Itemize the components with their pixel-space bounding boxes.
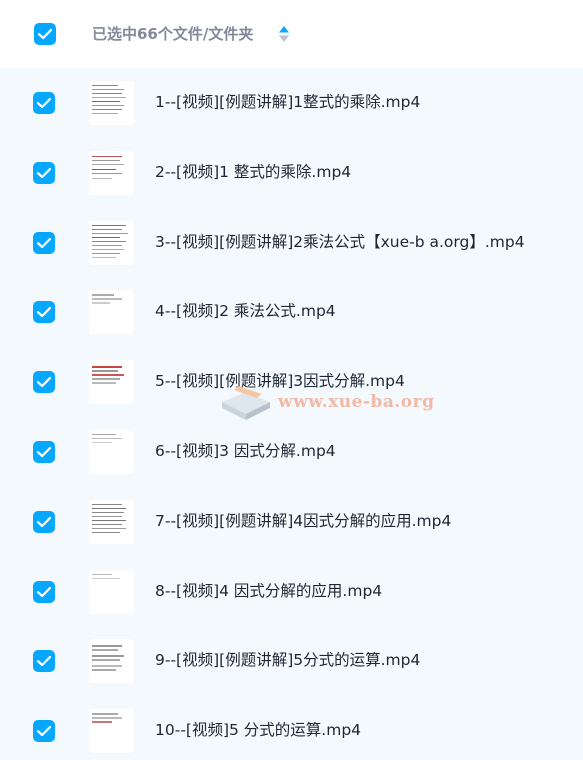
select-all-checkbox[interactable] xyxy=(34,23,56,45)
checkmark-icon xyxy=(36,167,52,178)
checkmark-icon xyxy=(36,97,52,109)
file-checkbox[interactable] xyxy=(33,440,55,463)
file-row[interactable]: 1--[视频][例题讲解]1整式的乘除.mp4 xyxy=(0,68,583,138)
file-checkbox[interactable] xyxy=(33,720,55,743)
selection-header: 已选中66个文件/文件夹 xyxy=(0,0,583,68)
checkmark-icon xyxy=(36,726,52,737)
checkmark-icon xyxy=(36,237,52,248)
file-row[interactable]: 3--[视频][例题讲解]2乘法公式【xue-b a.org】.mp4 xyxy=(0,208,583,278)
video-thumbnail xyxy=(89,81,134,125)
file-name[interactable]: 8--[视频]4 因式分解的应用.mp4 xyxy=(155,580,382,602)
file-checkbox[interactable] xyxy=(33,580,55,603)
file-name[interactable]: 6--[视频]3 因式分解.mp4 xyxy=(155,440,336,462)
file-row[interactable]: 6--[视频]3 因式分解.mp4 xyxy=(0,417,583,487)
file-checkbox[interactable] xyxy=(33,650,55,673)
selected-count-label: 已选中66个文件/文件夹 xyxy=(92,25,254,43)
file-checkbox[interactable] xyxy=(33,371,55,394)
video-thumbnail xyxy=(89,290,134,335)
video-thumbnail xyxy=(89,360,134,405)
file-row[interactable]: 4--[视频]2 乘法公式.mp4 xyxy=(0,277,583,347)
checkmark-icon xyxy=(36,377,52,388)
file-list: 1--[视频][例题讲解]1整式的乘除.mp4 2--[视频]1 整式的乘除.mp… xyxy=(0,68,583,760)
file-row[interactable]: 10--[视频]5 分式的运算.mp4 xyxy=(0,696,583,760)
file-name[interactable]: 10--[视频]5 分式的运算.mp4 xyxy=(155,719,361,741)
file-name[interactable]: 5--[视频][例题讲解]3因式分解.mp4 xyxy=(155,370,405,392)
file-checkbox[interactable] xyxy=(33,301,55,324)
checkmark-icon xyxy=(36,656,52,667)
file-checkbox[interactable] xyxy=(33,510,55,533)
sort-arrows-icon[interactable] xyxy=(278,25,290,43)
video-thumbnail xyxy=(89,429,134,474)
file-name[interactable]: 1--[视频][例题讲解]1整式的乘除.mp4 xyxy=(155,91,420,113)
video-thumbnail xyxy=(89,569,134,614)
file-row[interactable]: 2--[视频]1 整式的乘除.mp4 xyxy=(0,138,583,208)
video-thumbnail xyxy=(89,499,134,544)
file-selection-page: 已选中66个文件/文件夹 1--[视频][例题讲解]1整式的乘除.mp4 2--[… xyxy=(0,0,583,760)
file-name[interactable]: 9--[视频][例题讲解]5分式的运算.mp4 xyxy=(155,649,420,671)
file-row[interactable]: 7--[视频][例题讲解]4因式分解的应用.mp4 xyxy=(0,487,583,557)
file-name[interactable]: 3--[视频][例题讲解]2乘法公式【xue-b a.org】.mp4 xyxy=(155,231,525,253)
file-row[interactable]: 5--[视频][例题讲解]3因式分解.mp4 xyxy=(0,347,583,417)
video-thumbnail xyxy=(89,150,134,195)
file-name[interactable]: 2--[视频]1 整式的乘除.mp4 xyxy=(155,161,351,183)
file-checkbox[interactable] xyxy=(33,231,55,254)
checkmark-icon xyxy=(36,307,52,318)
file-name[interactable]: 7--[视频][例题讲解]4因式分解的应用.mp4 xyxy=(155,510,451,532)
file-checkbox[interactable] xyxy=(33,161,55,184)
video-thumbnail xyxy=(89,639,134,684)
file-row[interactable]: 9--[视频][例题讲解]5分式的运算.mp4 xyxy=(0,626,583,696)
file-name[interactable]: 4--[视频]2 乘法公式.mp4 xyxy=(155,300,336,322)
checkmark-icon xyxy=(36,586,52,597)
file-row[interactable]: 8--[视频]4 因式分解的应用.mp4 xyxy=(0,557,583,627)
video-thumbnail xyxy=(89,709,134,754)
file-checkbox[interactable] xyxy=(33,92,55,114)
checkmark-icon xyxy=(36,516,52,527)
video-thumbnail xyxy=(89,220,134,265)
checkmark-icon xyxy=(37,28,53,40)
checkmark-icon xyxy=(36,446,52,458)
